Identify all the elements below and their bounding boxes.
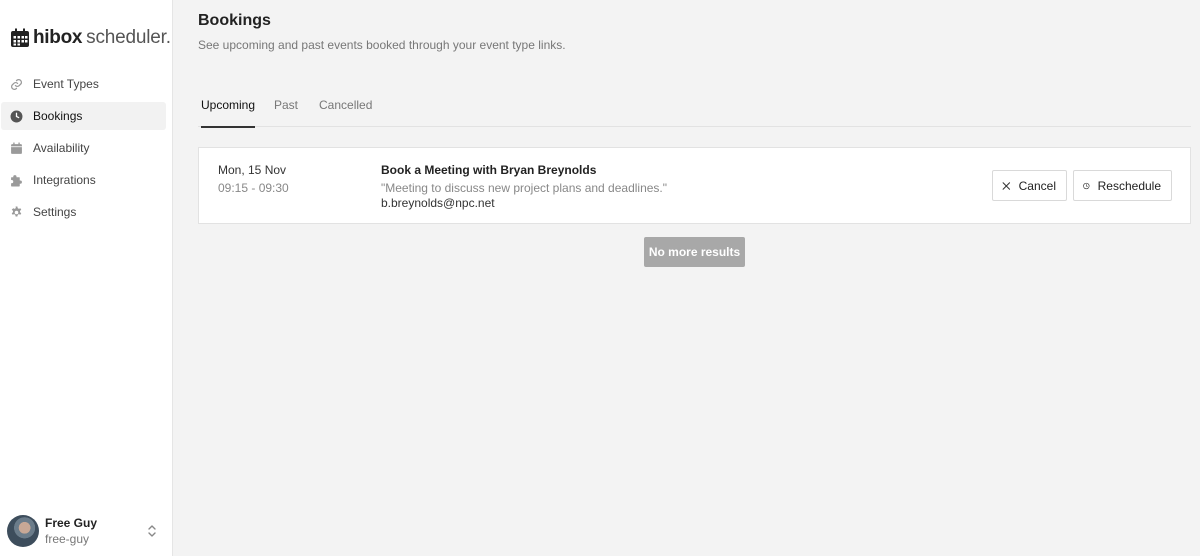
booking-tabs: Upcoming Past Cancelled	[198, 88, 1191, 128]
user-name: Free Guy	[45, 515, 98, 530]
close-icon	[1002, 181, 1011, 190]
avatar	[7, 515, 39, 547]
sidebar-item-integrations[interactable]: Integrations	[1, 166, 166, 194]
sidebar-item-label: Bookings	[33, 109, 83, 123]
sidebar-item-availability[interactable]: Availability	[1, 134, 166, 162]
calendar-logo-icon	[11, 28, 29, 47]
user-info: Free Guy free-guy	[45, 516, 97, 547]
clock-icon	[1083, 182, 1090, 189]
calendar-icon	[9, 141, 23, 155]
sidebar-item-bookings[interactable]: Bookings	[1, 102, 166, 130]
sidebar-item-event-types[interactable]: Event Types	[1, 70, 166, 98]
booking-time: 09:15 - 09:30	[218, 181, 289, 195]
booking-description: "Meeting to discuss new project plans an…	[381, 181, 668, 195]
cancel-button-label: Cancel	[1018, 178, 1056, 193]
brand-name: hibox	[33, 27, 83, 48]
sidebar-item-label: Settings	[33, 205, 77, 219]
sidebar-item-settings[interactable]: Settings	[1, 198, 166, 226]
reschedule-button[interactable]: Reschedule	[1073, 170, 1172, 201]
tab-cancelled[interactable]: Cancelled	[319, 88, 372, 127]
tab-past[interactable]: Past	[274, 88, 298, 127]
sidebar-item-label: Integrations	[33, 173, 96, 187]
sidebar-item-label: Availability	[33, 141, 90, 155]
booking-email: b.breynolds@npc.net	[381, 196, 495, 210]
gear-icon	[9, 205, 23, 219]
user-handle: free-guy	[45, 531, 90, 546]
brand-suffix: scheduler.	[86, 27, 171, 48]
booking-title: Book a Meeting with Bryan Breynolds	[381, 163, 597, 177]
clock-icon	[9, 109, 23, 123]
app-logo[interactable]: hibox scheduler.	[10, 27, 171, 49]
sidebar: hibox scheduler. Event Types Bookings Av…	[0, 0, 173, 556]
reschedule-button-label: Reschedule	[1097, 178, 1161, 193]
puzzle-icon	[9, 173, 23, 187]
sidebar-item-label: Event Types	[33, 77, 99, 91]
sidebar-nav: Event Types Bookings Availability Integr…	[0, 70, 173, 230]
chevron-updown-icon[interactable]	[147, 524, 157, 543]
user-menu[interactable]: Free Guy free-guy	[7, 514, 167, 548]
booking-date: Mon, 15 Nov	[218, 163, 287, 177]
tab-upcoming[interactable]: Upcoming	[201, 88, 256, 128]
page-subtitle: See upcoming and past events booked thro…	[198, 38, 566, 52]
no-more-results-button[interactable]: No more results	[644, 237, 745, 267]
booking-row: Mon, 15 Nov 09:15 - 09:30 Book a Meeting…	[198, 147, 1191, 224]
page-title: Bookings	[198, 12, 271, 29]
cancel-button[interactable]: Cancel	[992, 170, 1067, 201]
link-icon	[9, 77, 23, 91]
